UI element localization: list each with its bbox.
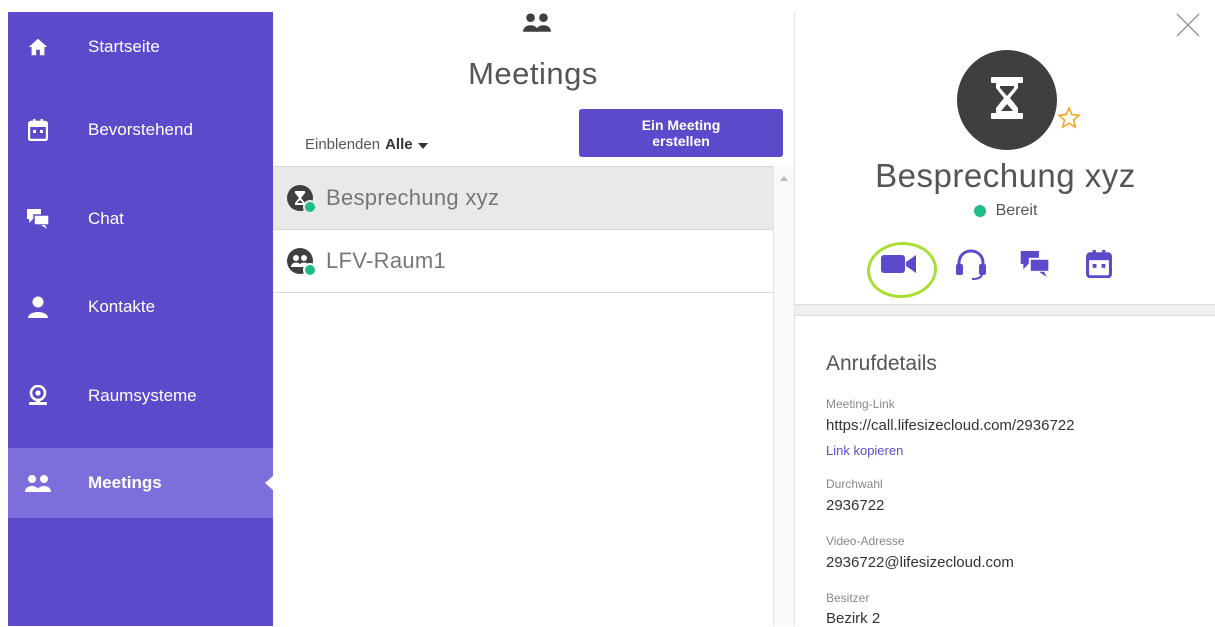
avatar xyxy=(957,50,1057,150)
meeting-link-value: https://call.lifesizecloud.com/2936722 xyxy=(826,417,1075,434)
person-icon xyxy=(25,294,51,320)
owner-label: Besitzer xyxy=(826,591,870,605)
hourglass-icon xyxy=(987,75,1027,126)
sidebar-item-label: Raumsysteme xyxy=(88,386,197,405)
sidebar-item-bevorstehend[interactable]: Bevorstehend xyxy=(8,95,273,165)
room-system-icon xyxy=(25,383,51,409)
video-call-button[interactable] xyxy=(873,240,925,292)
sidebar-item-raumsysteme[interactable]: Raumsysteme xyxy=(8,361,273,431)
status-badge: Bereit xyxy=(795,202,1215,220)
video-address-value: 2936722@lifesizecloud.com xyxy=(826,554,1014,571)
sidebar: Startseite Bevorstehend Chat Kontakte Ra… xyxy=(8,12,273,626)
copy-link-button[interactable]: Link kopieren xyxy=(826,443,903,458)
close-icon[interactable] xyxy=(1175,12,1203,40)
call-actions xyxy=(873,240,1133,292)
meetings-list-pane: Meetings Einblenden Alle Ein Meeting ers… xyxy=(273,12,794,627)
video-camera-icon xyxy=(881,253,917,280)
schedule-button[interactable] xyxy=(1073,240,1125,292)
list-item[interactable]: LFV-Raum1 xyxy=(273,230,773,293)
meeting-name: LFV-Raum1 xyxy=(326,248,447,273)
chat-button[interactable] xyxy=(1009,240,1061,292)
video-address-label: Video-Adresse xyxy=(826,534,905,548)
call-details-heading: Anrufdetails xyxy=(826,352,937,375)
meeting-title: Besprechung xyz xyxy=(875,157,1136,194)
status-text: Bereit xyxy=(995,202,1038,219)
status-online-dot xyxy=(973,205,986,217)
status-online-dot xyxy=(303,200,317,214)
calendar-icon xyxy=(25,117,51,143)
extension-label: Durchwahl xyxy=(826,477,883,491)
headset-icon xyxy=(954,247,988,286)
extension-value: 2936722 xyxy=(826,497,885,514)
sidebar-item-label: Startseite xyxy=(88,37,160,56)
hourglass-icon xyxy=(287,185,317,214)
sidebar-item-label: Bevorstehend xyxy=(88,120,193,139)
home-icon xyxy=(25,34,51,60)
status-online-dot xyxy=(303,263,317,277)
meetings-icon xyxy=(287,248,317,277)
section-divider xyxy=(795,304,1215,316)
sidebar-item-label: Chat xyxy=(88,209,124,228)
sidebar-item-meetings[interactable]: Meetings xyxy=(8,448,273,518)
chat-icon xyxy=(25,206,51,232)
sidebar-item-startseite[interactable]: Startseite xyxy=(8,12,273,82)
meeting-link-label: Meeting-Link xyxy=(826,397,895,411)
list-scrollbar[interactable] xyxy=(773,166,794,626)
sidebar-item-chat[interactable]: Chat xyxy=(8,184,273,254)
page-title: Meetings xyxy=(468,56,598,91)
sidebar-item-label: Kontakte xyxy=(88,297,156,316)
list-item[interactable]: Besprechung xyz xyxy=(273,167,773,230)
filter-value: Alle xyxy=(385,136,413,153)
sidebar-item-kontakte[interactable]: Kontakte xyxy=(8,272,273,342)
audio-call-button[interactable] xyxy=(945,240,997,292)
chevron-down-icon xyxy=(417,142,428,149)
filter-label: Einblenden xyxy=(305,136,381,153)
sidebar-item-label: Meetings xyxy=(88,473,162,492)
meetings-list: Besprechung xyz LFV-Raum1 xyxy=(273,166,773,627)
meeting-details-pane: Besprechung xyz Bereit Anrufdetails Meet… xyxy=(794,12,1215,627)
chat-icon xyxy=(1020,250,1051,282)
meetings-icon xyxy=(25,470,51,496)
meetings-icon xyxy=(523,12,551,34)
create-meeting-button[interactable]: Ein Meeting erstellen xyxy=(579,109,783,157)
filter-dropdown[interactable]: Einblenden Alle xyxy=(305,136,428,153)
scroll-up-icon[interactable] xyxy=(780,176,788,181)
favorite-star-icon[interactable] xyxy=(1057,106,1083,132)
calendar-icon xyxy=(1086,249,1112,283)
meeting-name: Besprechung xyz xyxy=(326,185,500,210)
owner-value: Bezirk 2 xyxy=(826,610,881,627)
